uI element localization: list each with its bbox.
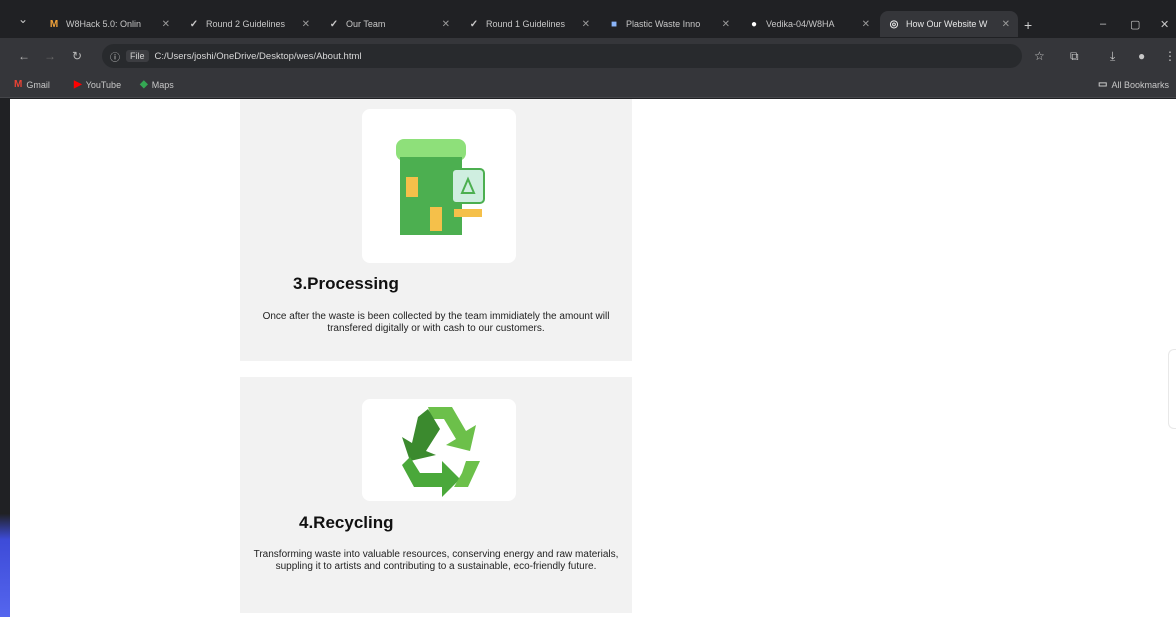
tab-plastic-waste[interactable]: ■ Plastic Waste Inno ✕ xyxy=(600,11,738,37)
step-title: 4.Recycling xyxy=(299,513,394,532)
minimize-button[interactable]: – xyxy=(1100,18,1106,30)
close-icon[interactable]: ✕ xyxy=(302,19,310,30)
tab-label: Vedika-04/W8HA xyxy=(766,19,835,29)
all-bookmarks-label: All Bookmarks xyxy=(1111,79,1169,90)
bookmark-maps[interactable]: ◆ Maps xyxy=(140,79,174,90)
profile-icon[interactable]: ● xyxy=(1138,49,1145,63)
recycle-symbol-icon xyxy=(402,407,480,497)
reload-icon[interactable]: ↻ xyxy=(72,49,82,63)
tab-label: Plastic Waste Inno xyxy=(626,19,701,29)
url-text[interactable]: C:/Users/joshi/OneDrive/Desktop/wes/Abou… xyxy=(155,51,362,62)
close-icon[interactable]: ✕ xyxy=(1002,19,1010,30)
recycling-image xyxy=(362,399,516,501)
bookmark-youtube[interactable]: ▶ YouTube xyxy=(74,79,121,90)
toolbar: ← → ↻ ⓘ File C:/Users/joshi/OneDrive/Des… xyxy=(0,38,1176,74)
w8hack-favicon-icon: M xyxy=(49,18,59,30)
checkmark-favicon-icon: ✓ xyxy=(189,18,199,30)
folder-icon: ▭ xyxy=(1098,79,1108,90)
tab-search-icon[interactable]: ⌄ xyxy=(18,12,28,26)
browser-window: ⌄ M W8Hack 5.0: Onlin ✕ ✓ Round 2 Guidel… xyxy=(0,0,1176,617)
menu-icon[interactable]: ⋮ xyxy=(1164,49,1176,63)
tab-label: Round 2 Guidelines xyxy=(206,19,286,29)
checkmark-favicon-icon: ✓ xyxy=(469,18,479,30)
bookmarks-bar: M Gmail ▶ YouTube ◆ Maps ▭ All Bookmarks xyxy=(0,74,1176,98)
step-description: Transforming waste into valuable resourc… xyxy=(253,549,619,572)
maps-icon: ◆ xyxy=(140,79,148,90)
close-icon[interactable]: ✕ xyxy=(582,19,590,30)
all-bookmarks[interactable]: ▭ All Bookmarks xyxy=(1098,79,1169,90)
tab-strip: ⌄ M W8Hack 5.0: Onlin ✕ ✓ Round 2 Guidel… xyxy=(0,8,1176,38)
close-icon[interactable]: ✕ xyxy=(722,19,730,30)
address-bar[interactable]: ⓘ File C:/Users/joshi/OneDrive/Desktop/w… xyxy=(102,44,1022,68)
desktop-edge xyxy=(0,100,10,617)
new-tab-button[interactable]: + xyxy=(1024,17,1032,33)
bookmark-gmail[interactable]: M Gmail xyxy=(14,79,50,90)
processing-image xyxy=(362,109,516,263)
tab-github[interactable]: ● Vedika-04/W8HA ✕ xyxy=(740,11,878,37)
tab-label: W8Hack 5.0: Onlin xyxy=(66,19,142,29)
download-icon[interactable]: ⤓ xyxy=(1110,49,1115,64)
close-icon[interactable]: ✕ xyxy=(162,19,170,30)
close-icon[interactable]: ✕ xyxy=(442,19,450,30)
forward-arrow-icon[interactable]: → xyxy=(44,49,56,63)
recycling-bin-icon xyxy=(396,139,485,235)
scheme-badge: File xyxy=(126,50,149,62)
checkmark-favicon-icon: ✓ xyxy=(329,18,339,30)
window-close-button[interactable]: ✕ xyxy=(1160,18,1169,31)
bookmark-star-icon[interactable]: ☆ xyxy=(1034,49,1045,63)
bookmark-label: Gmail xyxy=(26,79,50,90)
maximize-button[interactable]: ▢ xyxy=(1130,18,1140,31)
site-info-icon[interactable]: ⓘ xyxy=(110,49,120,64)
close-icon[interactable]: ✕ xyxy=(862,19,870,30)
tab-how-our-website[interactable]: ◎ How Our Website W ✕ xyxy=(880,11,1018,37)
globe-favicon-icon: ◎ xyxy=(889,18,899,30)
tab-label: Round 1 Guidelines xyxy=(486,19,566,29)
web-page: 3.Processing Once after the waste is bee… xyxy=(10,99,1176,617)
bookmark-label: Maps xyxy=(151,79,174,90)
docs-favicon-icon: ■ xyxy=(610,18,618,30)
step-card-processing: 3.Processing Once after the waste is bee… xyxy=(240,99,632,361)
extensions-icon[interactable]: ⧉ xyxy=(1070,49,1079,64)
step-title: 3.Processing xyxy=(293,274,399,293)
tab-our-team[interactable]: ✓ Our Team ✕ xyxy=(320,11,458,37)
github-favicon-icon: ● xyxy=(750,18,758,30)
tab-round-2-guidelines[interactable]: ✓ Round 2 Guidelines ✕ xyxy=(180,11,318,37)
back-arrow-icon[interactable]: ← xyxy=(18,49,30,63)
gmail-icon: M xyxy=(14,79,23,90)
tab-label: How Our Website W xyxy=(906,19,988,29)
tab-round-1-guidelines[interactable]: ✓ Round 1 Guidelines ✕ xyxy=(460,11,598,37)
tab-label: Our Team xyxy=(346,19,386,29)
step-card-recycling: 4.Recycling Transforming waste into valu… xyxy=(240,377,632,613)
youtube-icon: ▶ xyxy=(74,79,82,90)
side-panel-handle[interactable] xyxy=(1168,349,1176,429)
bookmark-label: YouTube xyxy=(85,79,122,90)
step-description: Once after the waste is been collected b… xyxy=(262,311,610,334)
tab-w8hack[interactable]: M W8Hack 5.0: Onlin ✕ xyxy=(40,11,178,37)
